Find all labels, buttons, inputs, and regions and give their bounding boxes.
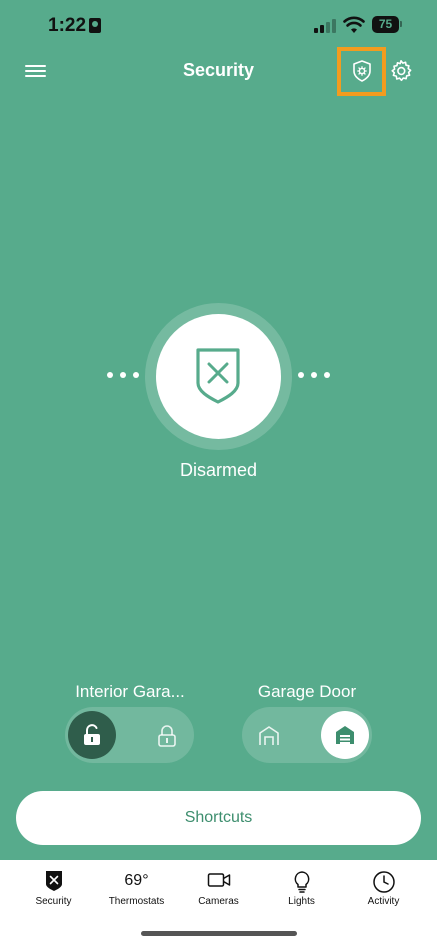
arm-button[interactable] — [156, 314, 281, 439]
tab-cameras[interactable]: Cameras — [175, 868, 262, 918]
tab-activity-label: Activity — [367, 896, 400, 907]
left-dots — [107, 372, 139, 380]
tab-cameras-label: Cameras — [198, 896, 239, 907]
status-bar: 1:22 75 — [0, 0, 437, 50]
right-dots — [298, 372, 330, 380]
garage-closed-icon — [336, 726, 354, 744]
id-card-icon — [89, 18, 101, 33]
gear-icon[interactable] — [389, 59, 413, 83]
tab-security[interactable]: Security — [10, 868, 97, 918]
shield-x-icon — [45, 871, 62, 891]
garage-door-label: Garage Door — [257, 682, 357, 701]
interior-garage-label: Interior Gara... — [75, 682, 185, 701]
tab-thermostats-label: Thermostats — [108, 896, 165, 907]
tab-thermostats[interactable]: 69° Thermostats — [93, 868, 180, 918]
unlocked-lock-icon — [84, 724, 100, 745]
battery-tip — [400, 21, 402, 27]
locked-lock-icon[interactable] — [157, 725, 177, 747]
wifi-icon — [343, 16, 365, 33]
tab-activity[interactable]: Activity — [340, 868, 427, 918]
interior-garage-toggle[interactable] — [65, 707, 194, 763]
garage-door-toggle[interactable] — [242, 707, 372, 763]
garage-open-icon[interactable] — [258, 725, 280, 747]
cell-signal-icon — [314, 18, 338, 33]
bulb-icon — [294, 871, 309, 893]
garage-closed-knob[interactable] — [321, 711, 369, 759]
tab-lights-label: Lights — [288, 896, 315, 907]
clock-icon — [372, 871, 395, 893]
shortcuts-button[interactable]: Shortcuts — [16, 791, 421, 845]
tab-security-label: Security — [35, 896, 72, 907]
thermostat-temperature: 69° — [124, 872, 149, 889]
arm-status: Disarmed — [179, 460, 258, 480]
tab-lights[interactable]: Lights — [258, 868, 345, 918]
status-time: 1:22 — [48, 15, 87, 36]
camera-icon — [207, 873, 230, 887]
battery-icon: 75 — [372, 16, 399, 33]
shield-settings-icon[interactable] — [351, 59, 373, 83]
home-indicator — [141, 931, 297, 936]
unlock-knob[interactable] — [68, 711, 116, 759]
shield-x-icon — [196, 348, 240, 404]
